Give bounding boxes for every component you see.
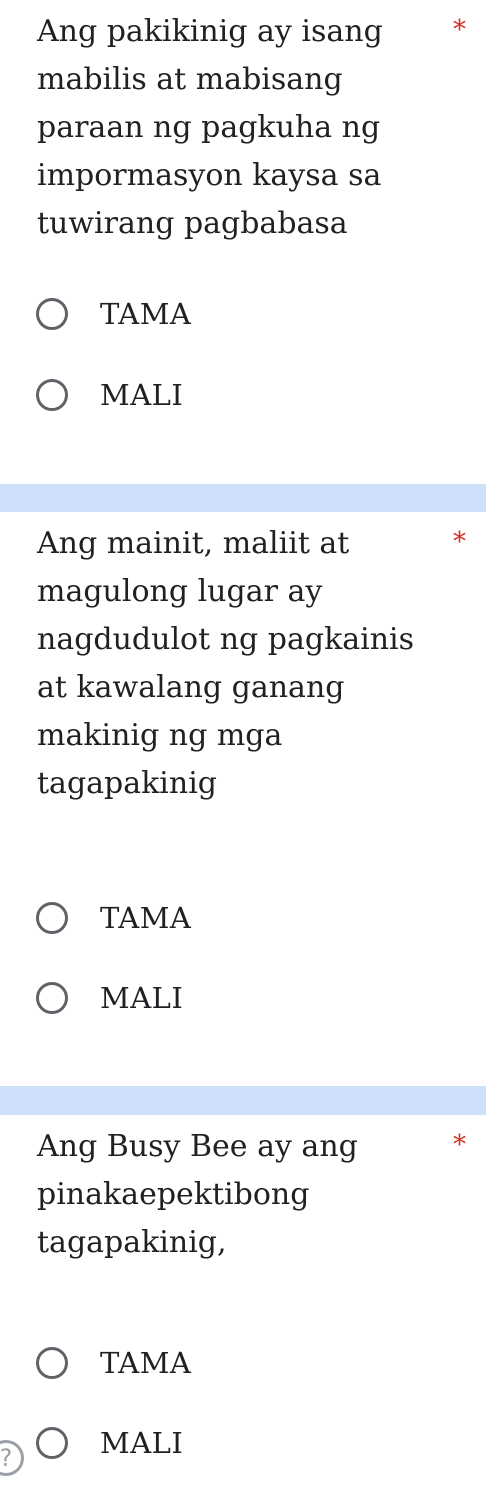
radio-button[interactable] (36, 379, 68, 411)
radio-button[interactable] (36, 982, 68, 1014)
required-asterisk: * (453, 15, 466, 45)
option-mali[interactable]: MALI (36, 978, 183, 1018)
option-mali[interactable]: MALI (36, 1423, 183, 1463)
question-title: Ang Busy Bee ay ang pinakaepektibong tag… (37, 1129, 358, 1260)
question-card-1: Ang pakikinig ay isang mabilis at mabisa… (0, 0, 486, 484)
option-label: TAMA (100, 901, 192, 935)
radio-button[interactable] (36, 1427, 68, 1459)
question-card-3: Ang Busy Bee ay ang pinakaepektibong tag… (0, 1115, 486, 1493)
option-label: TAMA (100, 297, 192, 331)
option-label: TAMA (100, 1346, 192, 1380)
option-label: MALI (100, 981, 184, 1015)
option-mali[interactable]: MALI (36, 375, 183, 415)
radio-button[interactable] (36, 902, 68, 934)
question-title: Ang pakikinig ay isang mabilis at mabisa… (37, 14, 383, 241)
option-tama[interactable]: TAMA (36, 294, 191, 334)
radio-button[interactable] (36, 298, 68, 330)
option-tama[interactable]: TAMA (36, 1343, 191, 1383)
required-asterisk: * (453, 1130, 466, 1160)
option-tama[interactable]: TAMA (36, 898, 191, 938)
question-title: Ang mainit, maliit at magulong lugar ay … (37, 526, 415, 801)
required-asterisk: * (453, 527, 466, 557)
question-card-2: Ang mainit, maliit at magulong lugar ay … (0, 512, 486, 1086)
option-label: MALI (100, 1426, 184, 1460)
radio-button[interactable] (36, 1347, 68, 1379)
option-label: MALI (100, 378, 184, 412)
